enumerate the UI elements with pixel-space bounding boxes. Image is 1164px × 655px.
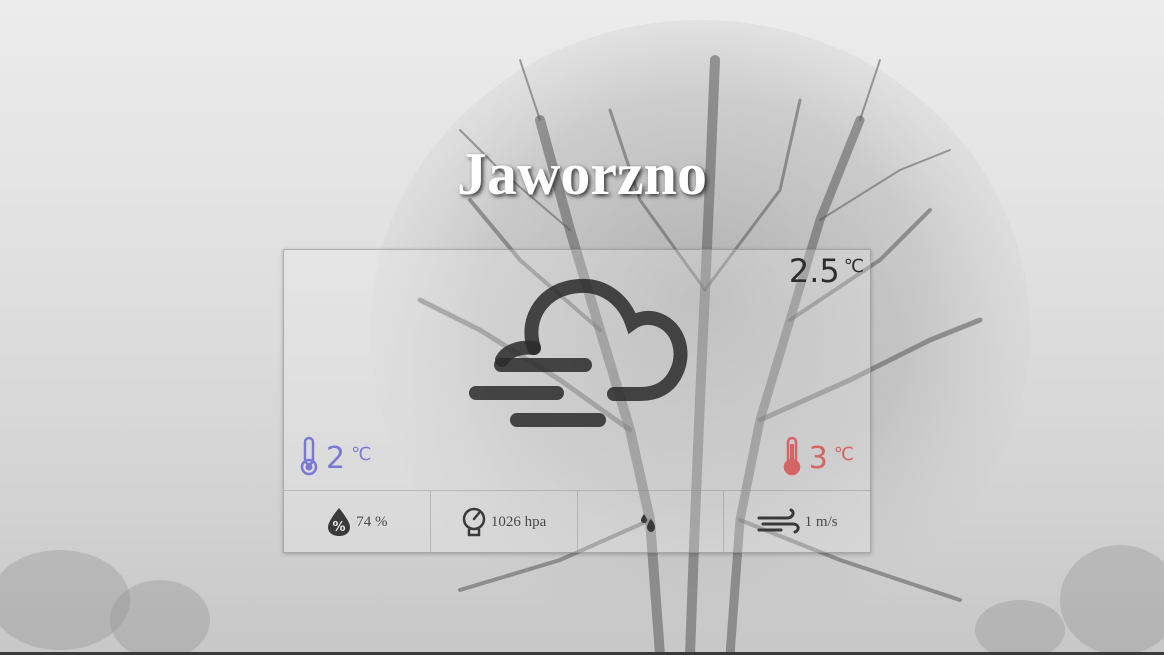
max-temp-unit: ℃: [833, 443, 854, 465]
max-temp-value: 3: [808, 440, 828, 476]
humidity-stat: % 74 %: [284, 491, 431, 553]
current-temperature: 2.5 ℃: [789, 252, 864, 290]
current-temp-unit: ℃: [843, 256, 864, 277]
precipitation-stat: [578, 491, 725, 553]
current-temp-value: 2.5: [788, 252, 840, 290]
pressure-stat: 1026 hpa: [431, 491, 578, 553]
raindrops-icon: [638, 510, 658, 534]
humidity-value: 74 %: [356, 513, 388, 530]
fog-cloud-icon: [464, 268, 694, 442]
min-temp-unit: ℃: [351, 443, 372, 465]
thermometer-cold-icon: [298, 436, 320, 480]
wind-value: 1 m/s: [804, 513, 838, 530]
weather-stats-bar: % 74 % 1026 hpa 1 m/s: [284, 490, 870, 553]
min-temperature: 2 ℃: [298, 436, 371, 480]
wind-icon: [757, 508, 801, 536]
thermometer-hot-icon: [781, 436, 803, 480]
wind-stat: 1 m/s: [724, 491, 870, 553]
max-temperature: 3 ℃: [781, 436, 854, 480]
pressure-value: 1026 hpa: [490, 513, 547, 530]
city-title: Jaworzno: [457, 141, 707, 207]
svg-text:%: %: [333, 520, 346, 535]
min-temp-value: 2: [326, 440, 346, 476]
weather-card: 2.5 ℃ 2 ℃ 3 ℃ % 74 % 1026 hpa 1 m/s: [283, 249, 871, 553]
humidity-percent-icon: %: [326, 507, 352, 537]
barometer-icon: [461, 507, 487, 537]
